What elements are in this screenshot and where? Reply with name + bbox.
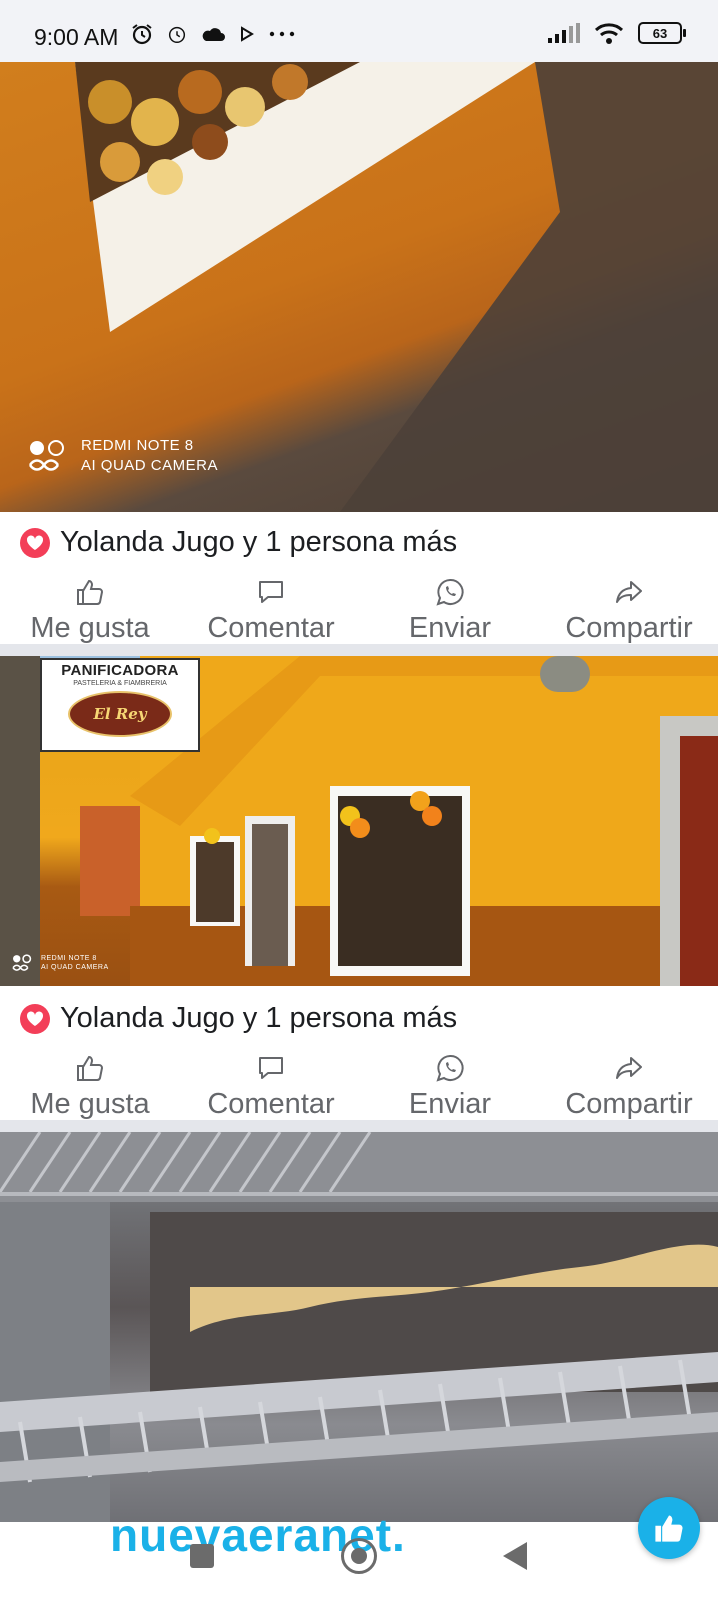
more-dots-icon (269, 31, 295, 37)
whatsapp-icon (436, 1054, 464, 1082)
status-icons-left (130, 22, 296, 46)
camera-watermark: REDMI NOTE 8 AI QUAD CAMERA (12, 954, 109, 973)
like-icon (77, 1055, 104, 1081)
post-photo-1[interactable]: REDMI NOTE 8 AI QUAD CAMERA (0, 62, 718, 512)
watermark-line-1: REDMI NOTE 8 (40, 955, 97, 962)
sign-title: PANIFICADORA (61, 662, 179, 679)
comment-icon (259, 1057, 283, 1079)
system-nav-bar (0, 1522, 718, 1599)
post-separator (0, 1120, 718, 1132)
status-time: 9:00 AM (34, 24, 119, 50)
watermark-line-2: AI QUAD CAMERA (40, 964, 109, 972)
share-icon (616, 1057, 642, 1079)
cloud-icon (202, 28, 225, 41)
alarm-clock-icon (168, 26, 186, 43)
like-icon (77, 579, 104, 605)
reaction-text: Yolanda Jugo y 1 persona más (60, 526, 458, 558)
alarm-icon (132, 24, 152, 45)
watermark-line-2: AI QUAD CAMERA (80, 457, 218, 475)
bread-shelf (0, 1132, 718, 1522)
love-reaction-icon (20, 1003, 50, 1034)
post-separator (0, 644, 718, 656)
post-photo-3[interactable] (0, 1132, 718, 1522)
play-icon (241, 26, 254, 42)
back-button[interactable] (503, 1542, 527, 1570)
camera-brand-icon (28, 440, 64, 471)
reaction-summary[interactable]: Yolanda Jugo y 1 persona más (20, 1002, 457, 1035)
wifi-icon (594, 23, 624, 44)
status-bar: 9:00 AM 63 (0, 0, 718, 62)
sign-name: El Rey (93, 705, 147, 723)
share-icon (616, 581, 642, 603)
love-reaction-icon (20, 527, 50, 558)
post-photo-2[interactable]: PANIFICADORA PASTELERIA & FIAMBRERIA El … (0, 656, 718, 986)
battery-icon: 63 (638, 22, 686, 44)
sign-subtitle: PASTELERIA & FIAMBRERIA (73, 680, 167, 687)
status-icons-right: 63 (548, 22, 686, 44)
watermark-line-1: REDMI NOTE 8 (80, 437, 194, 454)
reaction-summary[interactable]: Yolanda Jugo y 1 persona más (20, 526, 457, 559)
comment-icon (259, 581, 283, 603)
reaction-text: Yolanda Jugo y 1 persona más (60, 1002, 458, 1034)
home-button[interactable] (341, 1538, 377, 1574)
camera-brand-icon (12, 954, 32, 972)
recent-apps-button[interactable] (190, 1544, 214, 1568)
camera-watermark: REDMI NOTE 8 AI QUAD CAMERA (28, 436, 218, 477)
bakery-sign: PANIFICADORA PASTELERIA & FIAMBRERIA El … (40, 658, 200, 752)
signal-icon (548, 23, 580, 43)
whatsapp-icon (436, 578, 464, 606)
